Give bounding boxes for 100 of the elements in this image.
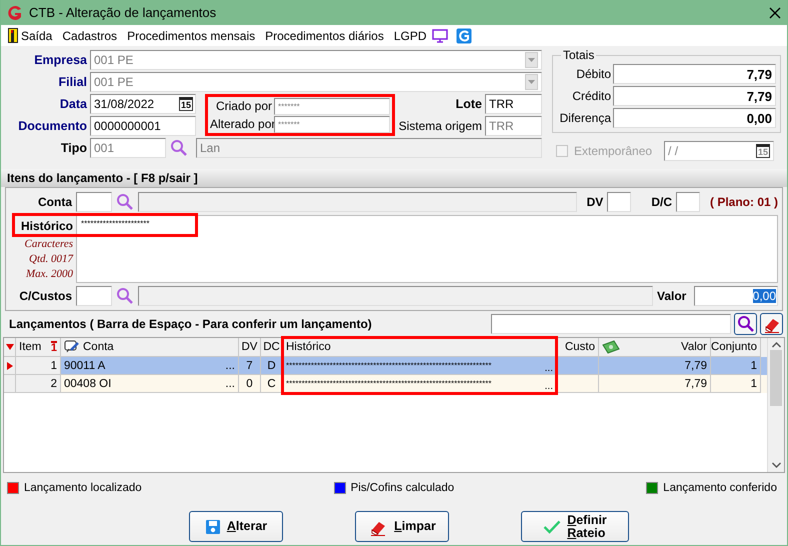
truncation-mark: ... <box>225 360 235 372</box>
column-header[interactable]: Valor <box>681 341 707 353</box>
field-label: DV <box>586 195 604 209</box>
table-cell: 1 <box>16 357 61 375</box>
character-counter: Caracteres <box>24 238 73 250</box>
input-field[interactable] <box>607 192 632 212</box>
input-field[interactable] <box>138 192 577 212</box>
action-button[interactable]: Alterar <box>189 511 283 542</box>
truncation-mark: ... <box>225 378 235 390</box>
field-label: C/Custos <box>18 289 72 303</box>
field-label: Conta <box>37 195 72 209</box>
table-cell: 7,79 <box>599 375 711 393</box>
table-cell: 90011 A <box>64 360 106 372</box>
input-field[interactable] <box>76 192 112 212</box>
monitor-icon[interactable] <box>432 28 448 42</box>
scroll-up-icon[interactable] <box>772 342 781 348</box>
menu-item[interactable]: Cadastros <box>57 28 122 42</box>
input-field[interactable] <box>138 286 653 306</box>
field-label: Criado por <box>214 99 272 113</box>
field-label: Empresa <box>33 53 87 67</box>
search-icon[interactable] <box>116 287 134 305</box>
clear-button[interactable] <box>760 313 783 335</box>
legend-label: Lançamento localizado <box>24 482 142 494</box>
total-field[interactable]: 0,00 <box>613 108 776 128</box>
total-field[interactable]: 7,79 <box>613 86 776 106</box>
plan-label: ( Plano: 01 ) <box>708 195 778 209</box>
search-icon[interactable] <box>116 193 134 211</box>
window-title: CTB - Alteração de lançamentos <box>29 5 218 20</box>
input-field[interactable] <box>676 192 700 212</box>
table-cell: 00408 OI <box>64 378 112 390</box>
field-label: Alterado por <box>210 117 272 131</box>
column-header[interactable]: Conta <box>83 341 114 353</box>
input-field[interactable]: TRR <box>485 116 542 136</box>
table-cell <box>557 375 599 393</box>
table-cell: C <box>261 375 283 393</box>
close-icon[interactable] <box>769 6 781 18</box>
input-field[interactable]: ******* <box>274 116 390 132</box>
table-cell: 1 <box>711 375 761 393</box>
menu-item[interactable]: Saída <box>3 28 58 43</box>
input-field[interactable]: ******* <box>274 98 390 114</box>
scroll-thumb[interactable] <box>770 350 782 406</box>
search-button[interactable] <box>734 313 757 335</box>
field-label: Valor <box>657 289 688 303</box>
search-field[interactable] <box>491 314 731 334</box>
door-icon <box>8 28 18 43</box>
field-label: Data <box>58 97 87 111</box>
date-field[interactable]: 31/08/2022 15 <box>90 94 196 114</box>
truncation-mark: ... <box>544 364 553 374</box>
field-label: Documento <box>17 119 87 133</box>
legend-label: Pis/Cofins calculado <box>350 482 454 494</box>
checkbox-label: Extemporâneo <box>574 144 652 158</box>
table-cell: ****************************************************************** <box>286 361 492 370</box>
menu-item[interactable]: Procedimentos mensais <box>122 28 260 42</box>
total-field[interactable]: 7,79 <box>613 64 776 84</box>
field-label: Diferença <box>558 111 612 125</box>
scroll-down-icon[interactable] <box>772 462 781 468</box>
field-label: Tipo <box>60 141 87 155</box>
row-indicator-cell[interactable] <box>4 357 16 375</box>
table-row[interactable]: 2 00408 OI ... 0 C ****************************************************************** ... 7,79 1 <box>4 375 768 393</box>
check-icon <box>543 520 562 534</box>
character-counter: Qtd. 0017 <box>29 253 73 265</box>
field-label: Lote <box>454 97 482 111</box>
character-counter: Max. 2000 <box>26 268 73 280</box>
field-label: D/C <box>651 195 672 209</box>
input-field[interactable] <box>76 286 112 306</box>
pencil-note-icon <box>64 340 80 354</box>
table-row[interactable]: 1 90011 A ... 7 D ****************************************************************** ... 7,79 1 <box>4 357 768 375</box>
input-field[interactable]: 001 <box>90 138 166 158</box>
field-label: Débito <box>575 67 612 81</box>
app-logo-icon[interactable] <box>456 28 472 44</box>
truncation-mark: ... <box>544 382 553 392</box>
menu-item[interactable]: LGPD <box>388 28 432 42</box>
input-field[interactable]: 0000000001 <box>90 116 196 136</box>
group-title: Totais <box>561 48 596 62</box>
table-cell: 0 <box>239 375 261 393</box>
sort-order-indicator: 1 <box>50 341 57 353</box>
menu-item[interactable]: Procedimentos diários <box>260 28 389 42</box>
text-area[interactable]: ********************** <box>76 215 778 283</box>
field-label: Sistema origem <box>398 119 482 133</box>
column-header[interactable]: Item <box>19 341 42 353</box>
input-field[interactable]: TRR <box>485 94 542 114</box>
table-cell: ****************************************************************** <box>286 379 492 388</box>
row-indicator-cell[interactable] <box>4 375 16 393</box>
banknote-icon <box>602 340 620 354</box>
calendar-button[interactable]: 15 <box>179 97 193 111</box>
section-header: Itens do lançamento - [ F8 p/sair ] <box>1 169 787 187</box>
action-button[interactable]: Definir Rateio <box>521 511 629 542</box>
search-icon[interactable] <box>170 139 188 157</box>
section-title: Lançamentos ( Barra de Espaço - Para conferir um lançamento) <box>9 317 373 331</box>
input-field[interactable]: 0,00 <box>694 286 778 306</box>
action-button[interactable]: Limpar <box>355 511 449 542</box>
field-label: Crédito <box>571 89 612 103</box>
input-field[interactable]: Lan <box>196 138 542 158</box>
field-label: Histórico <box>20 218 73 235</box>
row-pointer-icon <box>6 362 14 370</box>
scrollbar[interactable] <box>767 338 784 472</box>
app-logo-icon <box>7 4 23 20</box>
sort-arrow-icon <box>6 343 14 351</box>
field-label: Filial <box>58 75 87 89</box>
table-cell: 2 <box>16 375 61 393</box>
